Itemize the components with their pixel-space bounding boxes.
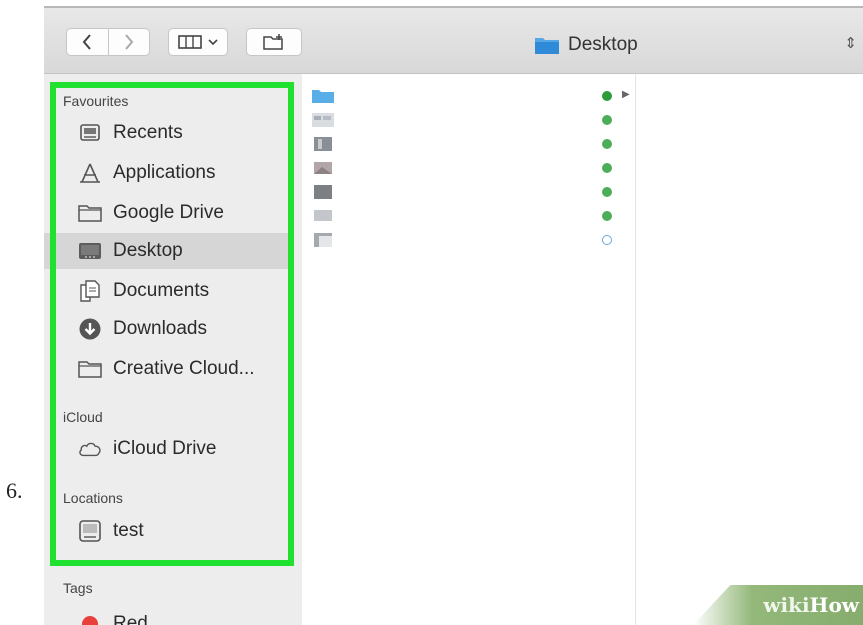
new-folder-button[interactable] — [246, 28, 302, 56]
folder-icon — [535, 38, 559, 54]
image-thumbnail-icon — [314, 137, 332, 151]
sidebar-item-label: Red — [113, 613, 148, 625]
column-divider[interactable] — [635, 74, 636, 625]
toolbar: Desktop ⇕ — [44, 6, 863, 74]
synced-check-icon — [602, 187, 612, 197]
folder-icon — [78, 201, 102, 225]
folder-icon — [78, 357, 102, 381]
sidebar-item-label: iCloud Drive — [113, 438, 217, 459]
finder-window: Desktop ⇕ Favourites Recents Application… — [44, 6, 863, 625]
sidebar-item-applications[interactable]: Applications — [44, 155, 294, 191]
section-title-icloud: iCloud — [63, 409, 103, 425]
blue-folder-thumbnail-icon — [312, 90, 334, 103]
section-title-locations: Locations — [63, 490, 123, 506]
image-thumbnail-icon — [314, 210, 332, 221]
file-row[interactable]: ▶ — [312, 86, 632, 106]
chevron-down-icon — [208, 39, 218, 46]
cloud-icon — [78, 437, 102, 461]
chevron-right-icon — [124, 34, 134, 50]
chevron-left-icon — [82, 34, 92, 50]
image-thumbnail-icon — [314, 162, 332, 174]
sidebar-item-label: test — [113, 520, 144, 541]
view-options-button[interactable] — [168, 28, 228, 56]
disk-icon — [78, 519, 102, 543]
section-title-favourites: Favourites — [63, 93, 129, 109]
file-row[interactable] — [312, 206, 632, 226]
synced-check-icon — [602, 163, 612, 173]
up-down-arrows-icon: ⇕ — [844, 35, 857, 52]
section-title-tags: Tags — [63, 580, 93, 596]
sidebar-item-icloud-drive[interactable]: iCloud Drive — [44, 431, 294, 467]
file-row[interactable] — [312, 182, 632, 202]
sidebar-item-label: Documents — [113, 280, 210, 301]
forward-button[interactable] — [109, 29, 150, 55]
watermark-text-wiki: wiki — [763, 593, 810, 617]
sidebar-item-label: Recents — [113, 122, 183, 143]
synced-check-icon — [602, 91, 612, 101]
downloads-icon — [78, 317, 102, 341]
path-popup[interactable]: Desktop ⇕ — [534, 32, 863, 58]
columns-view-icon — [178, 35, 202, 49]
sidebar-item-documents[interactable]: Documents — [44, 273, 294, 309]
red-tag-dot-icon — [78, 612, 102, 625]
sidebar-item-creative-cloud[interactable]: Creative Cloud... — [44, 351, 294, 387]
sidebar-item-downloads[interactable]: Downloads — [44, 311, 294, 347]
sidebar-item-label: Downloads — [113, 318, 207, 339]
sidebar: Favourites Recents Applications Google D… — [44, 74, 302, 625]
nav-buttons — [66, 28, 150, 56]
back-button[interactable] — [67, 29, 109, 55]
syncing-icon — [602, 235, 612, 245]
applications-icon — [78, 161, 102, 185]
disclosure-triangle-icon: ▶ — [622, 89, 630, 100]
file-row[interactable] — [312, 110, 632, 130]
sidebar-item-label: Google Drive — [113, 202, 224, 223]
synced-check-icon — [602, 211, 612, 221]
sidebar-item-label: Desktop — [113, 240, 183, 261]
sidebar-item-tag-red[interactable]: Red — [44, 606, 294, 625]
desktop-icon — [78, 239, 102, 263]
synced-check-icon — [602, 139, 612, 149]
image-thumbnail-icon — [312, 113, 334, 127]
file-row[interactable] — [312, 158, 632, 178]
sidebar-item-test[interactable]: test — [44, 513, 294, 549]
sidebar-item-label: Creative Cloud... — [113, 358, 255, 379]
file-row[interactable] — [312, 134, 632, 154]
synced-check-icon — [602, 115, 612, 125]
watermark-text-how: How — [809, 593, 859, 617]
recents-icon — [78, 121, 102, 145]
path-label: Desktop — [568, 34, 638, 55]
file-row[interactable] — [312, 230, 632, 250]
documents-icon — [78, 279, 102, 303]
step-number: 6. — [6, 478, 23, 503]
sidebar-item-recents[interactable]: Recents — [44, 115, 294, 151]
sidebar-item-label: Applications — [113, 162, 216, 183]
file-browser: ▶ — [302, 74, 863, 625]
new-folder-icon — [263, 34, 283, 50]
image-thumbnail-icon — [314, 233, 332, 247]
sidebar-item-desktop[interactable]: Desktop — [44, 233, 294, 269]
sidebar-item-google-drive[interactable]: Google Drive — [44, 195, 294, 231]
image-thumbnail-icon — [314, 185, 332, 199]
